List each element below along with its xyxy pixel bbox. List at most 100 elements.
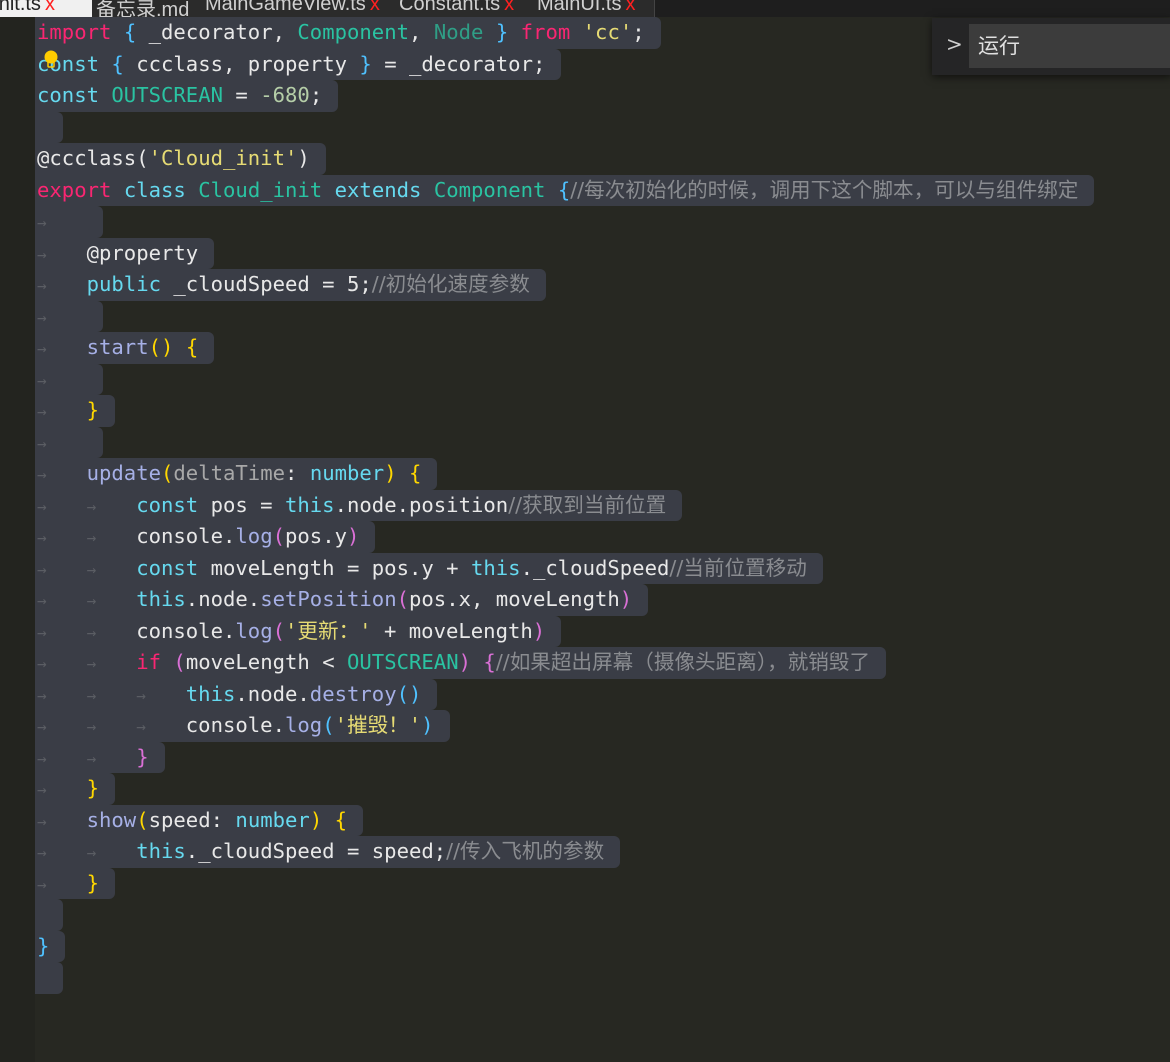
- code-token: number: [235, 807, 310, 832]
- code-token: :: [285, 461, 310, 485]
- command-input[interactable]: 运行: [969, 24, 1170, 68]
- code-token: ): [421, 713, 434, 737]
- code-token: ): [384, 461, 397, 485]
- code-line: → update(deltaTime: number) {: [35, 458, 1094, 490]
- code-token: }: [136, 744, 149, 769]
- selection-highlight: [35, 962, 63, 994]
- code-token: '摧毁！': [334, 713, 422, 737]
- code-line: [35, 899, 1094, 931]
- code-token: _decorator,: [136, 20, 298, 44]
- code-token: speed: [148, 807, 211, 832]
- tab-arrow-icon: →: [86, 654, 97, 673]
- code-token: pos.y: [285, 524, 347, 548]
- code-token: + moveLength: [371, 618, 533, 643]
- tab-3[interactable]: Constant.ts x: [395, 0, 538, 17]
- code-line: → @property: [35, 237, 1094, 269]
- code-token: //传入飞机的参数: [446, 839, 605, 863]
- tab-arrow-icon: →: [86, 622, 97, 642]
- tab-arrow-icon: →: [37, 307, 47, 327]
- editor-tab-bar: d_init.tsx备忘录.mdMainGameView.tsxConstant…: [0, 0, 1170, 17]
- code-token: 'Cloud_init': [148, 146, 298, 170]
- selection-highlight: → @property: [35, 237, 215, 269]
- selection-highlight: →}: [35, 395, 115, 427]
- code-token: Cloud_init: [198, 177, 323, 202]
- lightbulb-icon[interactable]: [43, 50, 59, 68]
- code-token: class: [123, 177, 186, 202]
- close-tab-icon[interactable]: x: [45, 0, 55, 15]
- tab-arrow-icon: →: [37, 402, 47, 421]
- selection-highlight: const { ccclass, property } = _decorator…: [35, 48, 562, 80]
- selection-highlight: →}: [35, 773, 115, 805]
- selection-highlight: → update(deltaTime: number) {: [35, 458, 438, 490]
- code-token: if: [136, 650, 161, 674]
- tab-arrow-icon: →: [37, 465, 47, 484]
- code-token: Node: [433, 20, 484, 44]
- code-token: {: [334, 807, 348, 832]
- selection-highlight: [35, 899, 63, 931]
- code-token: '更新：': [285, 618, 372, 643]
- code-token: log: [235, 524, 273, 548]
- code-token: .node.position: [334, 492, 509, 517]
- selection-highlight: → → → console.log('摧毁！'): [35, 710, 450, 742]
- code-token: extends: [334, 177, 422, 202]
- code-token: {: [557, 177, 571, 202]
- tab-4[interactable]: MainUI.ts x: [533, 0, 655, 17]
- tab-arrow-icon: →: [37, 276, 47, 295]
- code-token: ): [532, 618, 546, 643]
- selection-highlight: →: [35, 426, 103, 458]
- code-token: const: [136, 555, 199, 580]
- close-tab-icon[interactable]: x: [504, 0, 514, 15]
- code-token: ._cloudSpeed: [520, 555, 670, 580]
- code-token: show: [86, 807, 137, 832]
- code-token: //初始化速度参数: [371, 272, 530, 296]
- code-line: →}: [35, 773, 1094, 805]
- code-line: → → console.log('更新：' + moveLength): [35, 615, 1094, 647]
- tab-arrow-icon: →: [37, 811, 47, 831]
- code-token: import: [37, 20, 112, 44]
- code-token: deltaTime: [173, 461, 285, 485]
- code-token: moveLength = pos.y +: [198, 555, 471, 580]
- code-token: Component: [433, 177, 546, 202]
- code-token: console.: [136, 618, 236, 643]
- tab-2[interactable]: MainGameView.ts x: [201, 0, 400, 17]
- code-token: this: [284, 492, 335, 517]
- code-token: =: [223, 83, 261, 107]
- code-token: .node.: [185, 587, 261, 611]
- code-line: → show(speed: number) {: [35, 804, 1094, 836]
- code-token: @ccclass(: [37, 146, 149, 170]
- code-line: [35, 111, 1094, 143]
- code-editor[interactable]: import { _decorator, Component, Node } f…: [35, 17, 1095, 994]
- code-token: this: [136, 839, 186, 863]
- code-line: → →}: [35, 741, 1094, 773]
- close-tab-icon[interactable]: x: [625, 0, 635, 15]
- close-tab-icon[interactable]: x: [370, 0, 380, 15]
- tab-1[interactable]: 备忘录.md: [92, 0, 206, 17]
- code-line: → → const moveLength = pos.y + this._cloud…: [35, 552, 1094, 584]
- code-token: ): [347, 524, 360, 548]
- code-line: const OUTSCREAN = -680;: [35, 80, 1094, 112]
- code-token: _cloudSpeed = 5;: [161, 272, 372, 296]
- tab-arrow-icon: →: [86, 528, 97, 547]
- tab-0[interactable]: d_init.ts x: [0, 0, 93, 17]
- tab-arrow-icon: →: [86, 717, 97, 736]
- tab-arrow-icon: →: [37, 244, 47, 264]
- tab-arrow-icon: →: [37, 685, 47, 705]
- code-token: from: [520, 20, 571, 44]
- tab-arrow-icon: →: [37, 496, 47, 516]
- selection-highlight: →: [35, 300, 103, 332]
- chevron-right-icon: >: [946, 32, 963, 56]
- tab-arrow-icon: →: [136, 685, 146, 705]
- code-token: console.: [136, 524, 236, 548]
- code-token: (): [396, 681, 422, 706]
- code-token: }: [86, 776, 99, 800]
- code-token: //当前位置移动: [669, 555, 807, 580]
- code-token: pos =: [198, 492, 285, 517]
- tab-arrow-icon: →: [37, 748, 47, 768]
